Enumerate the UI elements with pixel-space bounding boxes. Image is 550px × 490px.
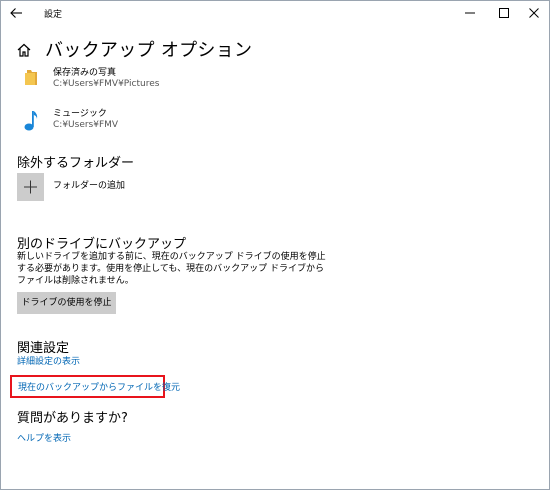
minimize-button[interactable] — [453, 1, 487, 25]
folder-icon — [21, 67, 41, 87]
maximize-button[interactable] — [487, 1, 521, 25]
minimize-icon — [465, 12, 475, 14]
title-bar: 設定 — [1, 1, 549, 25]
backup-folder-music[interactable]: ミュージック C:¥Users¥FMV — [1, 104, 549, 138]
get-help-link[interactable]: ヘルプを表示 — [17, 431, 71, 444]
music-note-icon — [21, 108, 41, 131]
folder-name: ミュージック — [53, 109, 107, 119]
excluded-folders-heading: 除外するフォルダー — [17, 156, 135, 171]
question-heading: 質問がありますか? — [17, 411, 128, 426]
other-drive-description: 新しいドライブを追加する前に、現在のバックアップ ドライブの使用を停止する必要が… — [17, 252, 326, 286]
back-button[interactable] — [7, 4, 27, 22]
home-icon[interactable] — [17, 42, 31, 57]
add-folder-label: フォルダーの追加 — [53, 181, 126, 191]
folder-path: C:¥Users¥FMV — [53, 120, 119, 130]
add-folder-button[interactable]: フォルダーの追加 — [17, 173, 217, 203]
folder-name: 保存済みの写真 — [53, 68, 117, 78]
plus-tile[interactable] — [17, 173, 44, 201]
back-arrow-icon — [10, 8, 22, 18]
page-title: バックアップ オプション — [45, 40, 253, 61]
folder-path: C:¥Users¥FMV¥Pictures — [53, 79, 160, 89]
close-icon — [529, 8, 539, 18]
stop-using-drive-button[interactable]: ドライブの使用を停止 — [17, 292, 116, 314]
settings-window: 設定 バックアップ オプション 保存済みの写真 C:¥Users¥FMV¥Pic… — [0, 0, 550, 490]
close-button[interactable] — [517, 1, 549, 25]
other-drive-heading: 別のドライブにバックアップ — [17, 237, 187, 252]
app-title: 設定 — [44, 10, 63, 20]
plus-icon — [24, 180, 37, 194]
backup-folder-pictures[interactable]: 保存済みの写真 C:¥Users¥FMV¥Pictures — [1, 63, 549, 97]
restore-files-link[interactable]: 現在のバックアップからファイルを復元 — [18, 380, 180, 393]
maximize-icon — [499, 8, 509, 18]
advanced-settings-link[interactable]: 詳細設定の表示 — [17, 354, 80, 367]
